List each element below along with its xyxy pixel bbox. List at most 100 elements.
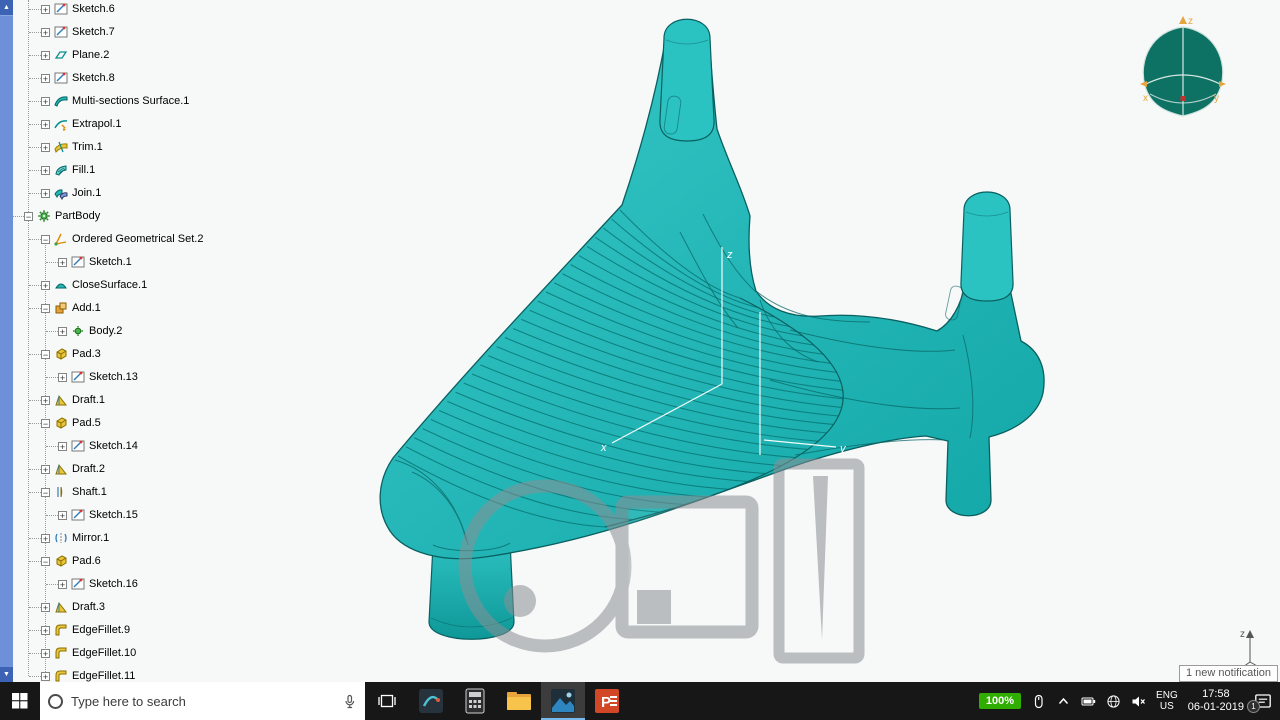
tree-item-extrapol-1[interactable]: + Extrapol.1: [14, 115, 264, 134]
tree-item-sketch-13[interactable]: + Sketch.13: [14, 368, 264, 387]
tree-item-sketch-6[interactable]: + Sketch.6: [14, 0, 264, 19]
tree-expand-toggle[interactable]: +: [58, 258, 67, 268]
tree-expand-toggle[interactable]: +: [41, 51, 50, 61]
battery-icon[interactable]: [1081, 694, 1096, 709]
battery-status-pill[interactable]: 100%: [978, 693, 1022, 709]
tree-item-sketch-7[interactable]: + Sketch.7: [14, 23, 264, 42]
tree-item-draft-2[interactable]: + Draft.2: [14, 460, 264, 479]
tree-expand-toggle[interactable]: −: [41, 488, 50, 498]
tree-item-multi-sections-surface-1[interactable]: + Multi-sections Surface.1: [14, 92, 264, 111]
tree-item-draft-3[interactable]: + Draft.3: [14, 598, 264, 617]
volume-muted-icon[interactable]: [1131, 694, 1146, 709]
language-indicator[interactable]: ENG US: [1156, 690, 1178, 712]
tree-item-sketch-16[interactable]: + Sketch.16: [14, 575, 264, 594]
tree-expand-toggle[interactable]: +: [58, 511, 67, 521]
tree-item-sketch-14[interactable]: + Sketch.14: [14, 437, 264, 456]
tree-item-body-2[interactable]: + Body.2: [14, 322, 264, 341]
tree-item-trim-1[interactable]: + Trim.1: [14, 138, 264, 157]
tree-expand-toggle[interactable]: +: [58, 373, 67, 383]
tree-item-join-1[interactable]: + Join.1: [14, 184, 264, 203]
hidden-icons-chevron-icon[interactable]: [1056, 694, 1071, 709]
catia-window: z x y x y z z + Sketch.6 + Sketch.7 + Pl…: [0, 0, 1280, 720]
tree-item-label: Sketch.6: [72, 3, 115, 15]
tree-expand-toggle[interactable]: +: [41, 603, 50, 613]
tree-item-pad-3[interactable]: − Pad.3: [14, 345, 264, 364]
tree-item-partbody[interactable]: − PartBody: [12, 207, 264, 226]
tree-expand-toggle[interactable]: +: [41, 465, 50, 475]
tree-item-add-1[interactable]: − Add.1: [14, 299, 264, 318]
tree-expand-toggle[interactable]: +: [58, 580, 67, 590]
extrapol-icon: [54, 117, 68, 132]
tree-expand-toggle[interactable]: +: [41, 143, 50, 153]
tree-expand-toggle[interactable]: −: [41, 350, 50, 360]
tree-expand-toggle[interactable]: +: [41, 5, 50, 15]
start-button[interactable]: [0, 682, 40, 720]
tree-expand-toggle[interactable]: −: [41, 419, 50, 429]
tree-expand-toggle[interactable]: +: [41, 74, 50, 84]
mirror-icon: [54, 531, 68, 545]
tree-item-plane-2[interactable]: + Plane.2: [14, 46, 264, 65]
tree-expand-toggle[interactable]: +: [41, 166, 50, 176]
clock[interactable]: 17:58 06-01-2019: [1188, 688, 1244, 714]
tree-expand-toggle[interactable]: −: [41, 557, 50, 567]
tree-expand-toggle[interactable]: +: [41, 28, 50, 38]
tree-expand-toggle[interactable]: +: [41, 649, 50, 659]
tree-item-fill-1[interactable]: + Fill.1: [14, 161, 264, 180]
scroll-down-button[interactable]: ▼: [0, 667, 13, 682]
scroll-up-button[interactable]: ▲: [0, 0, 13, 15]
tree-expand-toggle[interactable]: +: [41, 189, 50, 199]
tree-item-sketch-15[interactable]: + Sketch.15: [14, 506, 264, 525]
system-tray: 100% ENG US 17:58 06-01-2019 1: [978, 682, 1280, 720]
tree-connector: [29, 676, 41, 677]
tree-expand-toggle[interactable]: +: [41, 534, 50, 544]
mouse-settings-icon[interactable]: [1031, 694, 1046, 709]
tree-expand-toggle[interactable]: −: [24, 212, 33, 222]
tree-item-pad-5[interactable]: − Pad.5: [14, 414, 264, 433]
tree-item-label: Join.1: [72, 187, 102, 199]
media-app-taskbar-icon[interactable]: [541, 682, 585, 720]
taskbar-search-box[interactable]: Type here to search: [40, 682, 365, 720]
tree-item-closesurface-1[interactable]: + CloseSurface.1: [14, 276, 264, 295]
tree-item-label: Body.2: [89, 325, 123, 337]
tree-item-ordered-geometrical-set-2[interactable]: − Ordered Geometrical Set.2: [14, 230, 264, 249]
tree-expand-toggle[interactable]: −: [41, 304, 50, 314]
edgefillet-icon: [54, 669, 68, 683]
tree-expand-toggle[interactable]: +: [41, 396, 50, 406]
ogs-icon: [54, 232, 68, 246]
tree-item-mirror-1[interactable]: + Mirror.1: [14, 529, 264, 548]
tree-expand-toggle[interactable]: +: [41, 626, 50, 636]
tree-item-pad-6[interactable]: − Pad.6: [14, 552, 264, 571]
tree-connector: [29, 469, 41, 470]
action-center-button[interactable]: 1: [1247, 692, 1272, 713]
pad-icon: [54, 347, 68, 361]
tree-item-sketch-8[interactable]: + Sketch.8: [14, 69, 264, 88]
network-globe-icon[interactable]: [1106, 694, 1121, 709]
task-view-button[interactable]: [365, 682, 409, 720]
tree-expand-toggle[interactable]: +: [41, 672, 50, 682]
tree-item-shaft-1[interactable]: − Shaft.1: [14, 483, 264, 502]
scrollbar-thumb[interactable]: [0, 15, 13, 669]
tree-expand-toggle[interactable]: +: [58, 442, 67, 452]
tree-expand-toggle[interactable]: +: [41, 97, 50, 107]
trim-icon: [54, 140, 68, 154]
tree-item-label: CloseSurface.1: [72, 279, 148, 291]
tree-expand-toggle[interactable]: +: [58, 327, 67, 337]
calculator-taskbar-icon[interactable]: [453, 682, 497, 720]
tree-item-sketch-1[interactable]: + Sketch.1: [14, 253, 264, 272]
tree-item-label: Draft.3: [72, 601, 106, 613]
tree-item-label: EdgeFillet.10: [72, 647, 137, 659]
file-explorer-taskbar-icon[interactable]: [497, 682, 541, 720]
microphone-icon[interactable]: [342, 694, 357, 709]
tree-expand-toggle[interactable]: +: [41, 120, 50, 130]
tree-scrollbar[interactable]: ▲ ▼: [0, 0, 13, 682]
tree-item-draft-1[interactable]: + Draft.1: [14, 391, 264, 410]
tree-expand-toggle[interactable]: +: [41, 281, 50, 291]
sketch-icon: [71, 508, 85, 522]
tree-item-edgefillet-10[interactable]: + EdgeFillet.10: [14, 644, 264, 663]
tree-item-edgefillet-9[interactable]: + EdgeFillet.9: [14, 621, 264, 640]
tree-expand-toggle[interactable]: −: [41, 235, 50, 245]
view-compass[interactable]: x y z: [1140, 16, 1226, 117]
specification-tree[interactable]: + Sketch.6 + Sketch.7 + Plane.2 + Sketch.8 + Mult…: [12, 0, 264, 683]
powerpoint-taskbar-icon[interactable]: P: [585, 682, 629, 720]
catia-taskbar-icon[interactable]: [409, 682, 453, 720]
